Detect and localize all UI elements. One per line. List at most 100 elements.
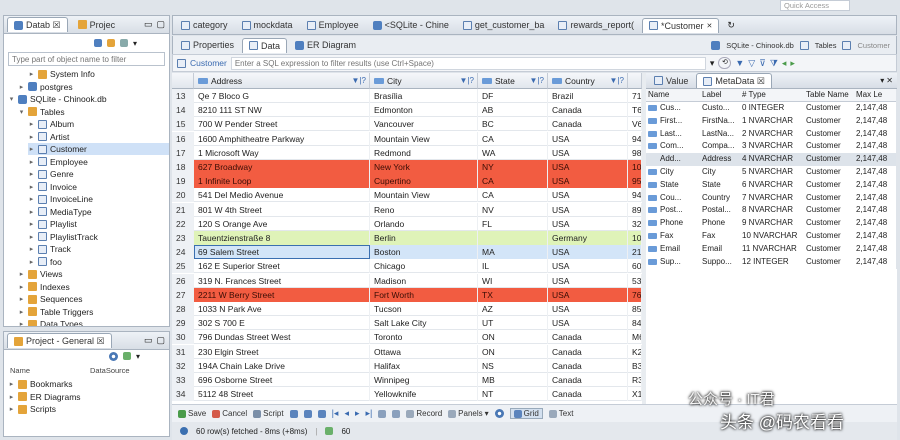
table-cell[interactable]: Chicago (370, 259, 478, 274)
sql-filter-input[interactable] (230, 56, 706, 70)
metadata-row[interactable]: Com... Compa... 3 NVARCHAR Customer 2,147,48 (646, 140, 896, 153)
table-cell[interactable]: Halifax (370, 358, 478, 373)
expand-toggle-icon[interactable]: ▸ (28, 158, 35, 166)
next-page-icon[interactable]: ▸ (355, 408, 360, 419)
table-cell[interactable]: 5112 48 Street (194, 387, 370, 402)
expand-toggle-icon[interactable]: ▸ (8, 393, 15, 401)
table-row[interactable]: 20 541 Del Medio Avenue Mountain View CA USA… (172, 188, 642, 203)
tree-node[interactable]: ▸ Indexes (18, 281, 169, 293)
table-cell[interactable]: USA (548, 131, 628, 146)
text-view-button[interactable]: Text (548, 409, 573, 418)
metadata-column-header[interactable]: Label (700, 89, 740, 102)
tab-project-general[interactable]: Project - General ☒ (7, 333, 112, 348)
add-row-icon[interactable] (289, 409, 298, 418)
gear-icon[interactable] (494, 409, 504, 418)
tree-node[interactable]: ▸ Data Types (18, 318, 169, 326)
last-page-icon[interactable]: ▸| (366, 408, 373, 419)
expand-toggle-icon[interactable]: ▸ (18, 283, 25, 291)
tree-node[interactable]: ▸ InvoiceLine (28, 193, 169, 205)
table-cell[interactable]: USA (548, 202, 628, 217)
table-cell[interactable]: 1600 Amphitheatre Parkway (194, 131, 370, 146)
record-button[interactable]: Record (406, 409, 442, 418)
expand-toggle-icon[interactable]: ▸ (28, 195, 35, 203)
filter-save-icon[interactable]: ⊽ (759, 58, 766, 69)
column-header-state[interactable]: State ▼|? (478, 73, 548, 89)
tab-er-diagram[interactable]: ER Diagram (289, 38, 362, 53)
expand-toggle-icon[interactable]: ▸ (18, 320, 25, 326)
minimize-icon[interactable]: ▭ (144, 335, 153, 346)
table-row[interactable]: 16 1600 Amphitheatre Parkway Mountain View… (172, 131, 642, 146)
table-cell[interactable]: NS (478, 358, 548, 373)
table-cell[interactable]: 162 E Superior Street (194, 259, 370, 274)
table-row[interactable]: 29 302 S 700 E Salt Lake City UT USA 84 (172, 316, 642, 331)
table-cell[interactable]: Canada (548, 117, 628, 132)
table-row[interactable]: 31 230 Elgin Street Ottawa ON Canada K2 (172, 344, 642, 359)
tree-node[interactable]: ▸ Views (18, 268, 169, 280)
tree-node[interactable]: ▸ PlaylistTrack (28, 231, 169, 243)
metadata-row[interactable]: Phone Phone 9 NVARCHAR Customer 2,147,48 (646, 217, 896, 230)
table-cell[interactable]: ON (478, 330, 548, 345)
project-item[interactable]: ▸ Scripts (8, 403, 56, 415)
table-cell[interactable]: 94 (628, 131, 642, 146)
table-cell[interactable]: CA (478, 174, 548, 189)
tab-metadata[interactable]: MetaData ☒ (696, 73, 772, 88)
metadata-row[interactable]: State State 6 NVARCHAR Customer 2,147,48 (646, 179, 896, 192)
table-cell[interactable]: V6 (628, 117, 642, 132)
table-cell[interactable]: 94 (628, 188, 642, 203)
table-cell[interactable]: B3 (628, 358, 642, 373)
filter-edit-icon[interactable]: ⧩ (770, 58, 778, 69)
expand-toggle-icon[interactable]: ▾ (8, 95, 15, 103)
table-cell[interactable]: 194A Chain Lake Drive (194, 358, 370, 373)
table-cell[interactable]: USA (548, 188, 628, 203)
metadata-row[interactable]: Sup... Suppo... 12 INTEGER Customer 2,147,48 (646, 256, 896, 269)
table-cell[interactable]: USA (548, 174, 628, 189)
expand-toggle-icon[interactable]: ▸ (28, 183, 35, 191)
tree-node[interactable]: ▸ Customer (28, 143, 169, 155)
expand-toggle-icon[interactable]: ▸ (28, 233, 35, 241)
new-connection-icon[interactable] (94, 39, 102, 47)
table-cell[interactable]: Qe 7 Bloco G (194, 89, 370, 103)
tab-value[interactable]: Value (648, 73, 694, 88)
editor-tab[interactable]: *Customer ✕ (641, 17, 720, 33)
metadata-grid[interactable]: Name Label # Type Table Name Max Le Cus... Cus… (646, 89, 896, 269)
expand-toggle-icon[interactable]: ▸ (28, 145, 35, 153)
metadata-column-header[interactable]: Max Le (854, 89, 896, 102)
restore-icon[interactable]: ↻ (727, 20, 735, 31)
expand-toggle-icon[interactable]: ▾ (18, 108, 25, 116)
column-header-address[interactable]: Address ▼|? (194, 73, 370, 89)
expand-toggle-icon[interactable]: ▸ (28, 120, 35, 128)
table-cell[interactable]: Germany (548, 231, 628, 245)
table-cell[interactable]: USA (548, 245, 628, 260)
table-cell[interactable]: 98 (628, 145, 642, 160)
prev-page-icon[interactable]: ◂ (344, 408, 349, 419)
table-cell[interactable]: MA (478, 245, 548, 260)
table-cell[interactable]: 230 Elgin Street (194, 344, 370, 359)
table-cell[interactable]: AB (478, 103, 548, 118)
table-cell[interactable]: 10 (628, 160, 642, 174)
close-icon[interactable]: ✕ (706, 22, 712, 30)
table-cell[interactable]: UT (478, 316, 548, 331)
tab-properties[interactable]: Properties (175, 38, 240, 53)
table-cell[interactable]: USA (548, 316, 628, 331)
project-item[interactable]: ▸ ER Diagrams (8, 391, 81, 403)
table-cell[interactable]: NT (478, 387, 548, 402)
table-row[interactable]: 34 5112 48 Street Yellowknife NT Canada X1 (172, 387, 642, 402)
save-button[interactable]: Save (178, 409, 206, 418)
gear-icon[interactable] (109, 352, 118, 361)
table-cell[interactable]: Canada (548, 330, 628, 345)
tree-node[interactable]: ▸ Genre (28, 168, 169, 180)
metadata-row[interactable]: Cus... Custo... 0 INTEGER Customer 2,147,48 (646, 102, 896, 115)
table-cell[interactable]: FL (478, 216, 548, 231)
metadata-column-header[interactable]: Name (646, 89, 700, 102)
chevron-down-icon[interactable]: ▾ (133, 39, 137, 48)
tree-node[interactable]: ▸ Sequences (18, 293, 169, 305)
table-cell[interactable]: Canada (548, 103, 628, 118)
first-page-icon[interactable]: |◂ (332, 408, 339, 419)
table-cell[interactable]: Brazil (548, 89, 628, 103)
table-row[interactable]: 22 120 S Orange Ave Orlando FL USA 32 (172, 216, 642, 231)
editor-tab[interactable]: mockdata (236, 18, 299, 33)
table-cell[interactable]: CA (478, 131, 548, 146)
table-cell[interactable]: Madison (370, 273, 478, 288)
table-cell[interactable]: ON (478, 344, 548, 359)
tree-node[interactable]: ▸ Album (28, 118, 169, 130)
